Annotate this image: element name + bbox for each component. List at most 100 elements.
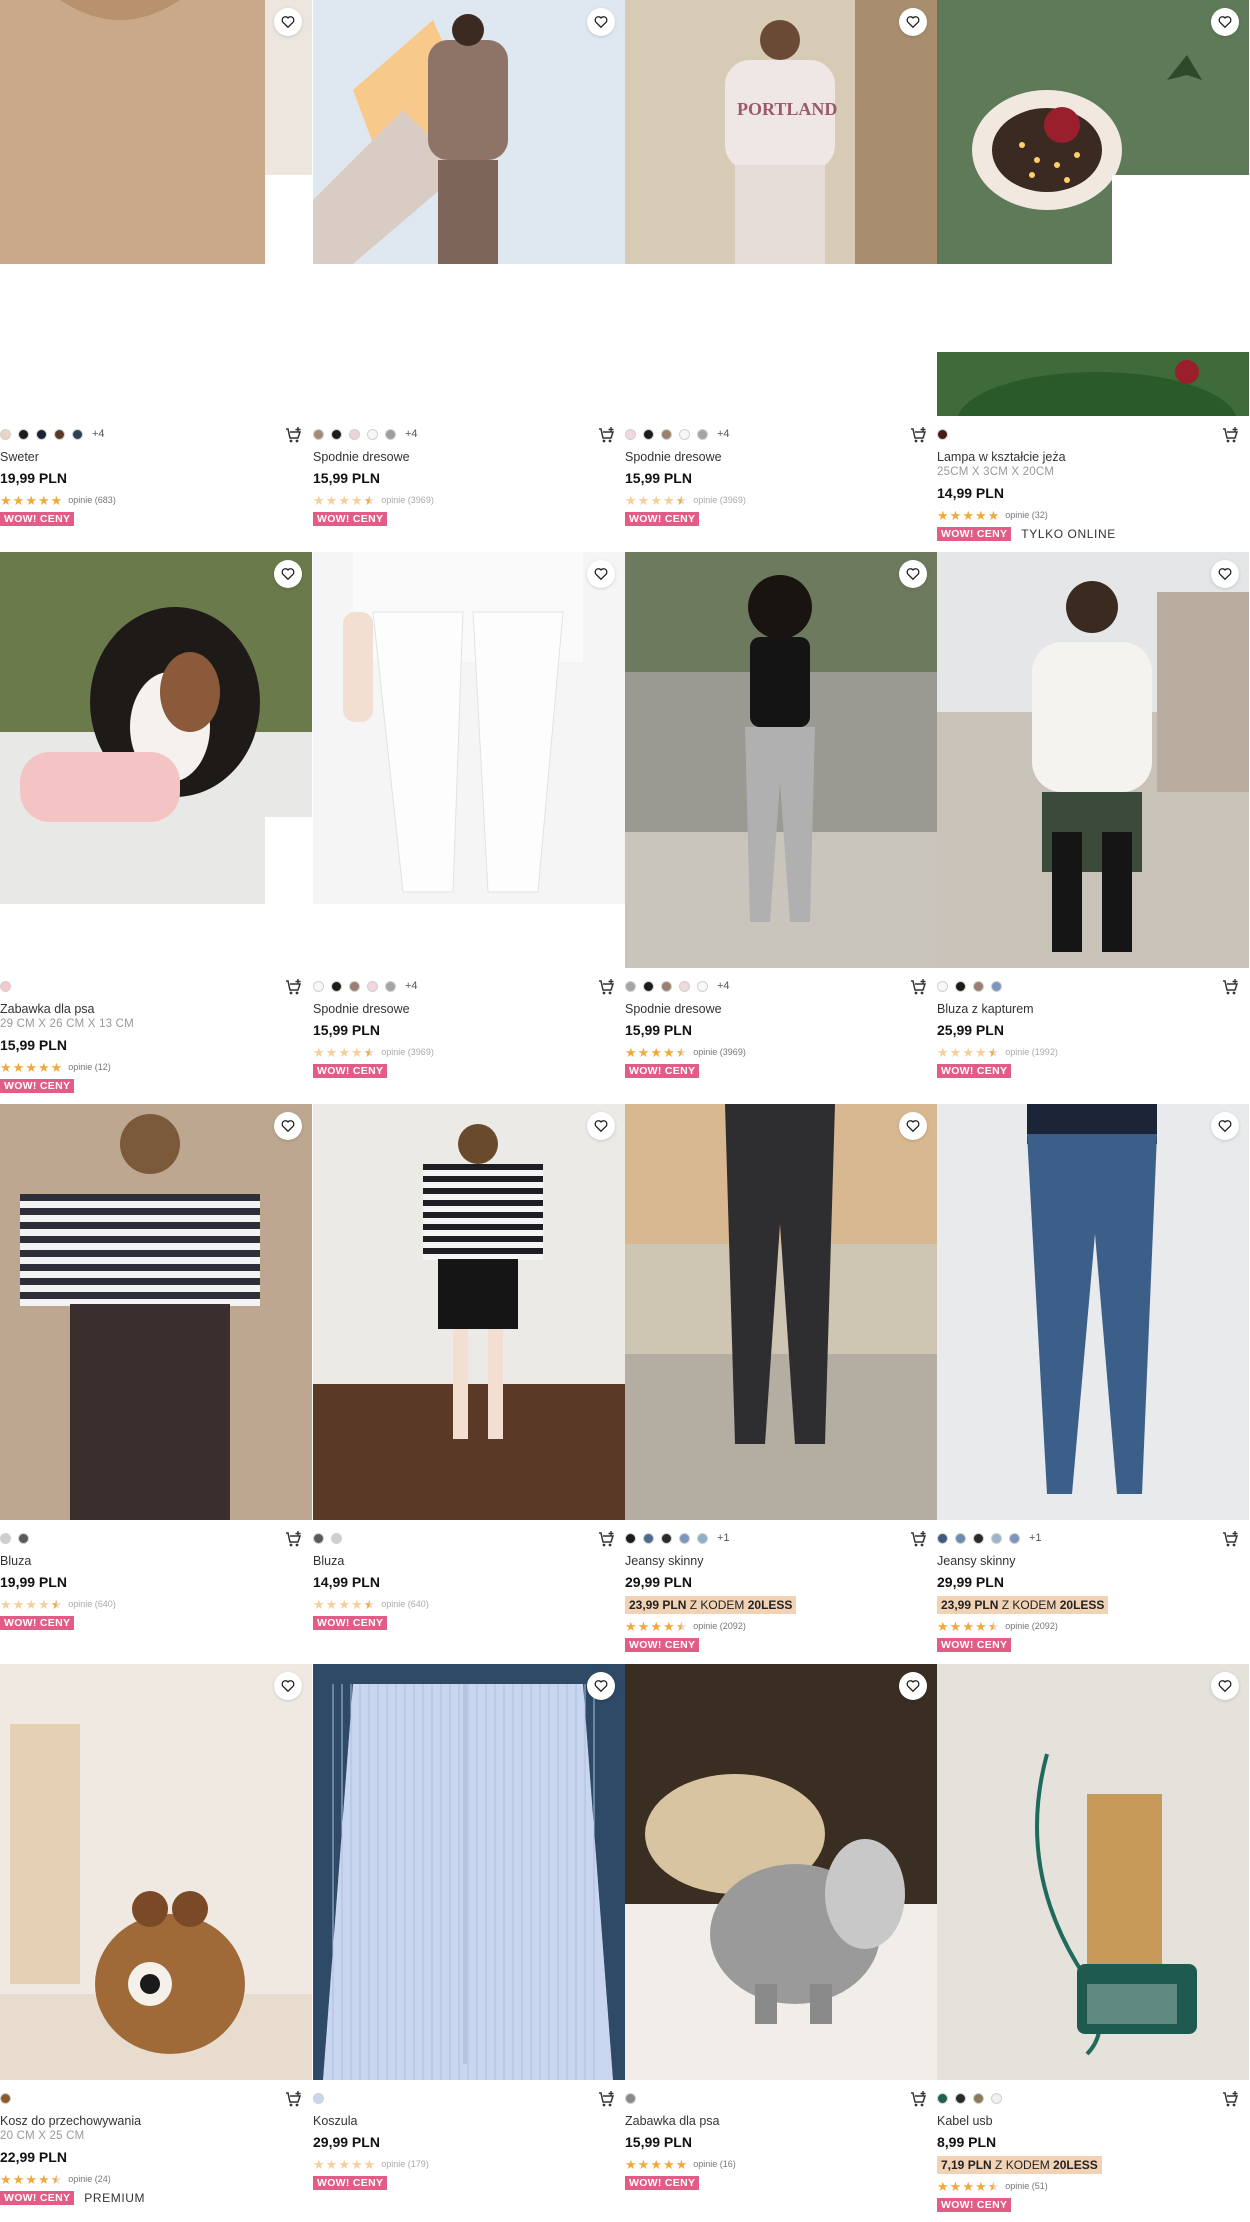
product-name[interactable]: Spodnie dresowe bbox=[625, 450, 937, 466]
product-name[interactable]: Zabawka dla psa bbox=[0, 1002, 312, 1018]
heart-icon[interactable] bbox=[1211, 1672, 1239, 1700]
product-name[interactable]: Kosz do przechowywania bbox=[0, 2114, 312, 2130]
add-to-cart-icon[interactable] bbox=[1221, 1530, 1239, 1548]
color-swatch[interactable] bbox=[313, 980, 324, 992]
product-image[interactable] bbox=[313, 1664, 625, 2080]
color-swatch[interactable] bbox=[0, 1532, 11, 1544]
color-swatch[interactable] bbox=[72, 428, 83, 440]
add-to-cart-icon[interactable] bbox=[909, 1530, 927, 1548]
product-image[interactable] bbox=[937, 1104, 1249, 1520]
color-swatch[interactable] bbox=[973, 2092, 984, 2104]
color-swatch[interactable] bbox=[679, 428, 690, 440]
add-to-cart-icon[interactable] bbox=[1221, 2090, 1239, 2108]
product-name[interactable]: Jeansy skinny bbox=[937, 1554, 1249, 1570]
color-swatch[interactable] bbox=[313, 428, 324, 440]
product-image[interactable] bbox=[0, 1664, 312, 2080]
more-colors-count[interactable]: +4 bbox=[405, 428, 418, 440]
color-swatch[interactable] bbox=[625, 1532, 636, 1544]
color-swatch[interactable] bbox=[937, 980, 948, 992]
color-swatch[interactable] bbox=[643, 1532, 654, 1544]
heart-icon[interactable] bbox=[587, 1672, 615, 1700]
product-image[interactable] bbox=[625, 552, 937, 968]
product-name[interactable]: Spodnie dresowe bbox=[313, 1002, 625, 1018]
heart-icon[interactable] bbox=[1211, 1112, 1239, 1140]
review-count[interactable]: opinie (32) bbox=[1005, 510, 1048, 520]
color-swatch[interactable] bbox=[0, 980, 11, 992]
add-to-cart-icon[interactable] bbox=[284, 978, 302, 996]
review-count[interactable]: opinie (16) bbox=[693, 2159, 736, 2169]
product-image[interactable] bbox=[0, 552, 312, 904]
color-swatch[interactable] bbox=[661, 428, 672, 440]
color-swatch[interactable] bbox=[349, 428, 360, 440]
review-count[interactable]: opinie (640) bbox=[68, 1599, 116, 1609]
product-image[interactable] bbox=[0, 1104, 312, 1520]
color-swatch[interactable] bbox=[18, 1532, 29, 1544]
product-name[interactable]: Kabel usb bbox=[937, 2114, 1249, 2130]
heart-icon[interactable] bbox=[274, 1112, 302, 1140]
product-image[interactable] bbox=[313, 1104, 625, 1520]
product-image[interactable] bbox=[313, 552, 625, 904]
color-swatch[interactable] bbox=[625, 2092, 636, 2104]
color-swatch[interactable] bbox=[625, 980, 636, 992]
color-swatch[interactable] bbox=[661, 1532, 672, 1544]
product-image[interactable] bbox=[937, 0, 1249, 264]
color-swatch[interactable] bbox=[643, 428, 654, 440]
color-swatch[interactable] bbox=[973, 1532, 984, 1544]
heart-icon[interactable] bbox=[274, 1672, 302, 1700]
add-to-cart-icon[interactable] bbox=[597, 978, 615, 996]
product-image[interactable]: PORTLAND bbox=[625, 0, 937, 264]
color-swatch[interactable] bbox=[313, 2092, 324, 2104]
color-swatch[interactable] bbox=[349, 980, 360, 992]
color-swatch[interactable] bbox=[937, 1532, 948, 1544]
add-to-cart-icon[interactable] bbox=[284, 2090, 302, 2108]
product-name[interactable]: Bluza z kapturem bbox=[937, 1002, 1249, 1018]
color-swatch[interactable] bbox=[679, 980, 690, 992]
product-image[interactable] bbox=[625, 1104, 937, 1520]
review-count[interactable]: opinie (3969) bbox=[381, 495, 434, 505]
heart-icon[interactable] bbox=[899, 1112, 927, 1140]
product-name[interactable]: Jeansy skinny bbox=[625, 1554, 937, 1570]
product-image[interactable] bbox=[937, 552, 1249, 968]
color-swatch[interactable] bbox=[991, 1532, 1002, 1544]
color-swatch[interactable] bbox=[697, 980, 708, 992]
product-name[interactable]: Bluza bbox=[0, 1554, 312, 1570]
color-swatch[interactable] bbox=[991, 2092, 1002, 2104]
add-to-cart-icon[interactable] bbox=[909, 426, 927, 444]
product-name[interactable]: Spodnie dresowe bbox=[625, 1002, 937, 1018]
color-swatch[interactable] bbox=[54, 428, 65, 440]
product-name[interactable]: Sweter bbox=[0, 450, 312, 466]
color-swatch[interactable] bbox=[367, 428, 378, 440]
add-to-cart-icon[interactable] bbox=[284, 426, 302, 444]
review-count[interactable]: opinie (179) bbox=[381, 2159, 429, 2169]
product-name[interactable]: Lampa w kształcie jeża bbox=[937, 450, 1249, 466]
heart-icon[interactable] bbox=[587, 1112, 615, 1140]
color-swatch[interactable] bbox=[385, 428, 396, 440]
add-to-cart-icon[interactable] bbox=[597, 2090, 615, 2108]
product-name[interactable]: Koszula bbox=[313, 2114, 625, 2130]
more-colors-count[interactable]: +4 bbox=[717, 428, 730, 440]
color-swatch[interactable] bbox=[697, 1532, 708, 1544]
add-to-cart-icon[interactable] bbox=[909, 978, 927, 996]
color-swatch[interactable] bbox=[367, 980, 378, 992]
color-swatch[interactable] bbox=[331, 428, 342, 440]
review-count[interactable]: opinie (1992) bbox=[1005, 1047, 1058, 1057]
add-to-cart-icon[interactable] bbox=[1221, 426, 1239, 444]
color-swatch[interactable] bbox=[955, 1532, 966, 1544]
color-swatch[interactable] bbox=[991, 980, 1002, 992]
review-count[interactable]: opinie (2092) bbox=[693, 1621, 746, 1631]
color-swatch[interactable] bbox=[36, 428, 47, 440]
heart-icon[interactable] bbox=[274, 8, 302, 36]
heart-icon[interactable] bbox=[899, 8, 927, 36]
review-count[interactable]: opinie (3969) bbox=[693, 1047, 746, 1057]
heart-icon[interactable] bbox=[274, 560, 302, 588]
more-colors-count[interactable]: +4 bbox=[717, 980, 730, 992]
add-to-cart-icon[interactable] bbox=[597, 1530, 615, 1548]
more-colors-count[interactable]: +1 bbox=[717, 1532, 730, 1544]
product-image[interactable] bbox=[625, 1664, 937, 2080]
color-swatch[interactable] bbox=[1009, 1532, 1020, 1544]
color-swatch[interactable] bbox=[643, 980, 654, 992]
heart-icon[interactable] bbox=[1211, 560, 1239, 588]
product-image[interactable] bbox=[313, 0, 625, 264]
color-swatch[interactable] bbox=[937, 428, 948, 440]
heart-icon[interactable] bbox=[587, 8, 615, 36]
